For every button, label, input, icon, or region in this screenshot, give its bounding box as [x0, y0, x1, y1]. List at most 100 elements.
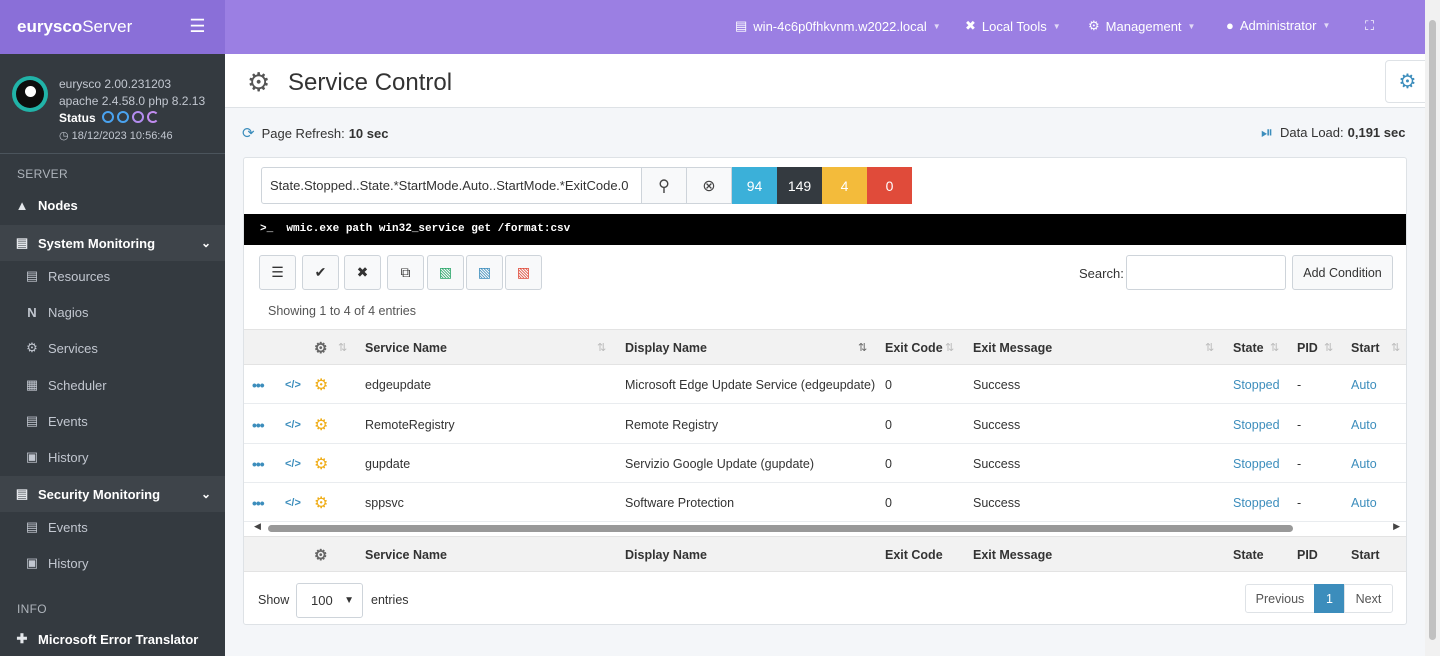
column-header-pid[interactable]: PID — [1297, 330, 1318, 366]
sidebar-item-system-monitoring[interactable]: ▤ System Monitoring ⌄ — [0, 225, 225, 261]
count-badge-total[interactable]: 94 — [732, 167, 777, 204]
sidebar-item-nagios[interactable]: N Nagios — [0, 294, 225, 330]
cell-exit-code: 0 — [885, 377, 892, 392]
chevron-down-icon: ⌄ — [200, 487, 211, 501]
refresh-icon[interactable]: ⟳ — [242, 124, 255, 142]
add-condition-button[interactable]: Add Condition — [1292, 255, 1393, 290]
column-header-display-name[interactable]: Display Name — [625, 330, 707, 366]
copy-button[interactable]: ⧉ — [387, 255, 424, 290]
page-size-select[interactable]: 100 ▼ — [296, 583, 363, 618]
stack-text: apache 2.4.58.0 php 8.2.13 — [59, 94, 206, 108]
copy-icon: ⧉ — [400, 264, 411, 280]
settings-button[interactable]: ⚙ — [1385, 60, 1430, 103]
sidebar-item-nodes[interactable]: ▲ Nodes — [0, 187, 225, 223]
server-icon: ▤ — [735, 18, 748, 33]
count-badge-all[interactable]: 149 — [777, 167, 822, 204]
list-check-icon: ☰ — [271, 264, 284, 280]
fullscreen-icon[interactable]: ⛶ — [1365, 18, 1374, 34]
sidebar-item-scheduler[interactable]: ▦ Scheduler — [0, 367, 225, 403]
more-icon[interactable]: ••• — [252, 365, 265, 404]
gear-icon[interactable]: ⚙ — [314, 483, 328, 522]
sidebar-item-label: History — [48, 555, 89, 571]
status-dot-icon — [102, 111, 114, 123]
code-icon[interactable]: </> — [285, 444, 301, 483]
code-icon[interactable]: </> — [285, 365, 301, 404]
save-remove-button[interactable]: ✖ — [344, 255, 381, 290]
clear-button[interactable]: ⊗ — [686, 167, 732, 204]
gear-icon[interactable]: ⚙ — [314, 444, 328, 483]
more-icon[interactable]: ••• — [252, 405, 265, 444]
column-header-service-name[interactable]: Service Name — [365, 330, 447, 366]
table-footer-header: ⚙ Service Name Display Name Exit Code Ex… — [244, 536, 1406, 572]
sort-icon[interactable]: ⇅ — [1391, 341, 1400, 354]
column-header-start[interactable]: Start — [1351, 330, 1379, 366]
host-menu[interactable]: ▤ win-4c6p0fhkvnm.w2022.local ▼ — [735, 18, 941, 34]
sidebar-item-resources[interactable]: ▤ Resources — [0, 258, 225, 294]
save-remove-icon: ✖ — [356, 264, 369, 280]
page-1-button[interactable]: 1 — [1314, 584, 1345, 613]
monitor-icon: ▤ — [15, 486, 29, 501]
cell-state-link[interactable]: Stopped — [1233, 405, 1280, 444]
sidebar-item-security-events[interactable]: ▤ Events — [0, 509, 225, 545]
sort-desc-icon[interactable]: ⇅ — [858, 341, 867, 354]
next-page-button[interactable]: Next — [1344, 584, 1393, 613]
scroll-right-icon[interactable]: ▶ — [1393, 521, 1400, 532]
scroll-left-icon[interactable]: ◀ — [254, 521, 261, 532]
sidebar-item-error-translator[interactable]: ✚ Microsoft Error Translator — [0, 621, 225, 656]
code-icon[interactable]: </> — [285, 483, 301, 522]
pdf-export-button[interactable]: ▧ — [505, 255, 542, 290]
more-icon[interactable]: ••• — [252, 483, 265, 522]
code-icon[interactable]: </> — [285, 405, 301, 444]
settings-column-header[interactable]: ⚙ — [314, 330, 327, 366]
management-menu[interactable]: ⚙ Management ▼ — [1088, 18, 1195, 34]
menu-toggle-icon[interactable]: ☰ — [170, 9, 225, 44]
sort-icon[interactable]: ⇅ — [338, 341, 347, 354]
sidebar-item-events[interactable]: ▤ Events — [0, 403, 225, 439]
cell-start-link[interactable]: Auto — [1351, 365, 1377, 404]
sort-icon[interactable]: ⇅ — [945, 341, 954, 354]
cell-state-link[interactable]: Stopped — [1233, 365, 1280, 404]
command-text: wmic.exe path win32_service get /format:… — [286, 223, 571, 235]
sidebar-item-security-history[interactable]: ▣ History — [0, 545, 225, 581]
sidebar-item-history[interactable]: ▣ History — [0, 439, 225, 475]
scrollbar-thumb[interactable] — [1429, 20, 1436, 640]
excel-export-button[interactable]: ▧ — [427, 255, 464, 290]
pause-icon[interactable]: ⏯ — [1261, 124, 1273, 141]
cell-start-link[interactable]: Auto — [1351, 405, 1377, 444]
cell-state-link[interactable]: Stopped — [1233, 444, 1280, 483]
list-check-button[interactable]: ☰ — [259, 255, 296, 290]
sort-icon[interactable]: ⇅ — [597, 341, 606, 354]
user-menu[interactable]: ● Administrator ▼ — [1226, 18, 1330, 33]
horizontal-scrollbar[interactable]: ◀ ▶ — [254, 521, 1404, 533]
page-scrollbar[interactable] — [1425, 0, 1440, 656]
page-header: ⚙ Service Control ⚙ — [225, 54, 1430, 108]
scrollbar-thumb[interactable] — [268, 525, 1293, 532]
page-title: Service Control — [288, 69, 453, 96]
previous-page-button[interactable]: Previous — [1245, 584, 1315, 613]
sort-icon[interactable]: ⇅ — [1270, 341, 1279, 354]
sidebar-item-label: Microsoft Error Translator — [38, 631, 199, 647]
cell-start-link[interactable]: Auto — [1351, 483, 1377, 522]
count-badge-warning[interactable]: 4 — [822, 167, 867, 204]
more-icon[interactable]: ••• — [252, 444, 265, 483]
gear-icon[interactable]: ⚙ — [314, 365, 328, 404]
gear-icon[interactable]: ⚙ — [314, 405, 328, 444]
sidebar-item-services[interactable]: ⚙ Services — [0, 330, 225, 366]
search-button[interactable]: ⚲ — [641, 167, 687, 204]
local-tools-menu[interactable]: ✖ Local Tools ▼ — [965, 18, 1061, 34]
cell-state-link[interactable]: Stopped — [1233, 483, 1280, 522]
cell-start-link[interactable]: Auto — [1351, 444, 1377, 483]
csv-export-button[interactable]: ▧ — [466, 255, 503, 290]
filter-input[interactable] — [261, 167, 642, 204]
column-header-state[interactable]: State — [1233, 330, 1264, 366]
save-check-button[interactable]: ✔ — [302, 255, 339, 290]
sort-icon[interactable]: ⇅ — [1324, 341, 1333, 354]
search-input[interactable] — [1126, 255, 1286, 290]
column-header-exit-message[interactable]: Exit Message — [973, 330, 1052, 366]
status-refresh-icon[interactable] — [147, 111, 159, 123]
sidebar-item-security-monitoring[interactable]: ▤ Security Monitoring ⌄ — [0, 476, 225, 512]
count-badge-error[interactable]: 0 — [867, 167, 912, 204]
sort-icon[interactable]: ⇅ — [1205, 341, 1214, 354]
column-header-exit-code[interactable]: Exit Code — [885, 330, 943, 366]
brand-logo-text[interactable]: euryscoServer — [17, 17, 132, 37]
